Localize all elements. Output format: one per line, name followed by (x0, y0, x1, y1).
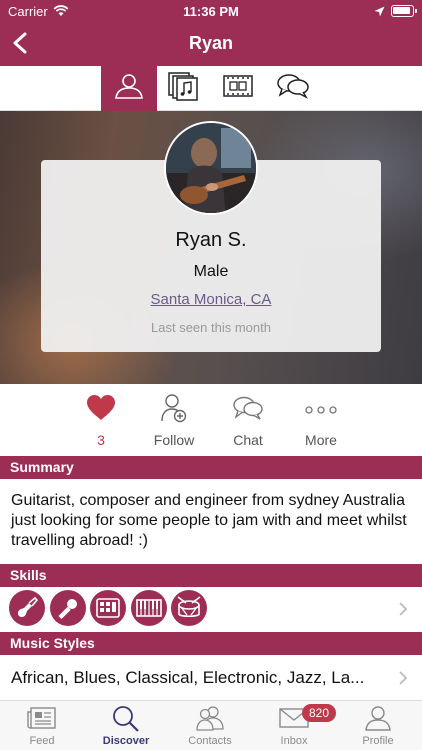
tab-discover[interactable]: Discover (84, 705, 168, 750)
more-button[interactable]: More (284, 394, 358, 452)
like-button[interactable]: 3 (64, 394, 138, 452)
battery-icon (391, 5, 417, 17)
music-files-icon (167, 71, 199, 106)
film-icon (222, 73, 254, 104)
music-styles-heading: Music Styles (0, 632, 422, 655)
chevron-right-icon (398, 601, 408, 617)
location-arrow-icon (374, 5, 385, 20)
more-label: More (305, 432, 337, 448)
profile-hero: Ryan S. Male Santa Monica, CA Last seen … (0, 111, 422, 384)
page-title: Ryan (188, 33, 233, 53)
person-icon (364, 705, 392, 736)
chat-bubbles-icon (232, 395, 264, 426)
person-icon (113, 72, 145, 105)
heart-icon (86, 394, 116, 426)
status-bar: Carrier 11:36 PM (0, 0, 422, 24)
contacts-icon (194, 705, 226, 736)
profile-name: Ryan S. (175, 229, 247, 251)
profile-actions: 3 Follow Chat More (0, 384, 422, 456)
skills-heading: Skills (0, 564, 422, 587)
chevron-right-icon (398, 670, 408, 686)
tab-profile[interactable] (101, 66, 157, 111)
tab-discover-label: Discover (102, 735, 150, 747)
drum-icon (171, 590, 207, 626)
follow-label: Follow (153, 432, 195, 448)
last-seen: Last seen this month (151, 320, 271, 335)
avatar[interactable] (164, 121, 258, 215)
profile-tabs (0, 66, 422, 111)
tab-inbox[interactable]: Inbox 820 (252, 704, 336, 750)
tab-feed[interactable]: Feed (0, 705, 84, 750)
top-bar: Carrier 11:36 PM Ryan (0, 0, 422, 66)
chat-button[interactable]: Chat (211, 394, 285, 452)
tab-video[interactable] (210, 66, 266, 111)
profile-gender: Male (193, 263, 229, 280)
chat-label: Chat (233, 432, 263, 448)
tab-profile-label: Profile (362, 735, 394, 747)
keyboard-icon (131, 590, 167, 626)
music-styles-text: African, Blues, Classical, Electronic, J… (11, 668, 365, 687)
summary-heading: Summary (0, 456, 422, 479)
summary-text: Guitarist, composer and engineer from sy… (11, 492, 407, 549)
like-count: 3 (97, 432, 105, 448)
tab-contacts[interactable]: Contacts (168, 705, 252, 750)
guitar-icon (9, 590, 45, 626)
newspaper-icon (27, 706, 57, 735)
tab-music[interactable] (155, 66, 211, 111)
tab-profile[interactable]: Profile (336, 705, 420, 750)
bottom-tab-bar: Feed Discover Contacts Inbox 820 Profile (0, 700, 422, 750)
search-icon (111, 704, 141, 737)
tab-inbox-label: Inbox (280, 735, 308, 747)
chat-icon (276, 72, 310, 105)
tab-chat[interactable] (265, 66, 321, 111)
follow-button[interactable]: Follow (137, 393, 211, 452)
more-dots-icon (305, 401, 337, 419)
profile-location-link[interactable]: Santa Monica, CA (41, 291, 381, 308)
clock: 11:36 PM (183, 4, 239, 19)
drum-machine-icon (90, 590, 126, 626)
inbox-badge: 820 (302, 704, 336, 722)
microphone-icon (50, 590, 86, 626)
tab-contacts-label: Contacts (188, 735, 232, 747)
tab-feed-label: Feed (29, 735, 55, 747)
add-person-icon (160, 393, 188, 428)
